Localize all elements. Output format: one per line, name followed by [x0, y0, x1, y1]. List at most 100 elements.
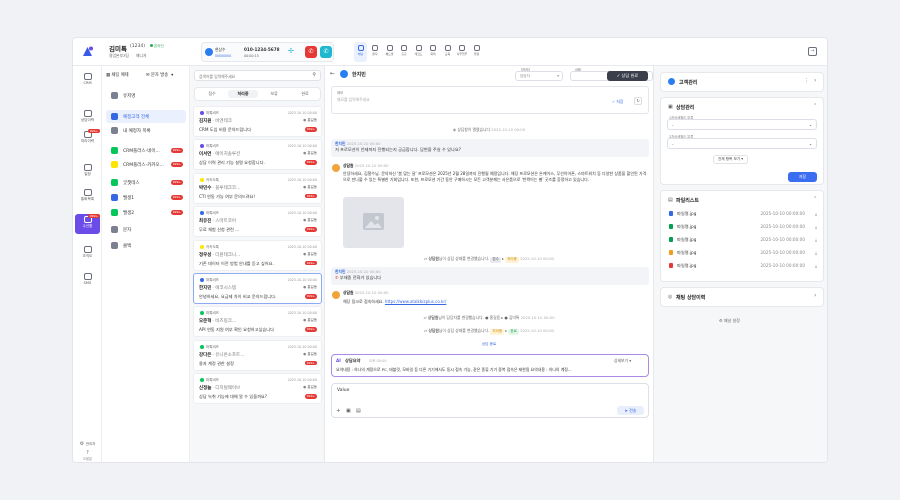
conversation-card[interactable]: 카카오톡 정우성· 더원테크니... 기존 데이터 이전 방법 안내를 듣고 싶어요…: [193, 239, 322, 271]
channel-item-6[interactable]: 밸생1 999+: [106, 191, 186, 204]
right-panel: 고객관리 ⋮ › ▣ 상담관리 ⌃ 1차상세필드 분류 - ⌄ 2차상세필드 분류…: [654, 66, 827, 462]
field1-select[interactable]: - ⌄: [667, 119, 817, 130]
hangup-button[interactable]: ✆: [305, 46, 317, 58]
toolbar-button-0[interactable]: 채팅: [354, 42, 367, 62]
chat-note-box[interactable]: 메모 메모를 입력해주세요 ✓ 저장 ↻: [331, 86, 649, 114]
rail-item-5[interactable]: 수신함 999+: [75, 214, 100, 234]
counsel-save-button[interactable]: 저장: [788, 172, 817, 182]
channel-item-3[interactable]: CRM플러스-네이... 999+: [106, 144, 186, 157]
search-box[interactable]: ⚲: [194, 70, 321, 81]
toolbar-button-2[interactable]: 헤드셋: [383, 42, 396, 62]
toolbar-button-3[interactable]: 출근: [398, 42, 411, 62]
channel-item-8[interactable]: 문자: [106, 223, 186, 236]
card-unread-badge: 999+: [304, 127, 317, 132]
note-history-icon[interactable]: ↻: [634, 97, 642, 105]
channel-item-1[interactable]: 예정고객 전체: [106, 110, 186, 123]
download-icon[interactable]: ⤓: [815, 211, 817, 216]
toolbar-button-1[interactable]: 문자: [369, 42, 382, 62]
answer-button[interactable]: ✆: [320, 46, 332, 58]
conversation-card[interactable]: 마톡비즈 오준혁· 비즈링크... API 연동 지원 여부 확인 요청하고싶습니다…: [193, 306, 322, 338]
chevron-right-icon[interactable]: ›: [814, 77, 816, 84]
rail-item-3[interactable]: 일정: [75, 162, 100, 182]
status-tab-2[interactable]: 보류: [259, 90, 289, 98]
chat-example-tab[interactable]: ▦ 채팅 예제: [106, 71, 146, 81]
status-change-notice: ⇄ 상담원님이 상담 상태를 변경했습니다. 접수 ▸ 처리중 2025.10.…: [424, 256, 554, 263]
attachment-icon[interactable]: ▣: [346, 408, 351, 414]
conversation-card[interactable]: 마톡비즈 최유진· 스마트코어 무료 체험 신청 관련 ... 2025.10.10 …: [193, 206, 322, 238]
card-agent-name: 홍길동: [307, 385, 317, 390]
rail-settings[interactable]: ⚙ 관리자: [75, 441, 100, 447]
more-icon[interactable]: ⋮: [804, 78, 809, 84]
chevron-right-icon[interactable]: ›: [814, 292, 816, 299]
chevron-up-icon[interactable]: ⌃: [813, 196, 817, 202]
panel-settings-button[interactable]: ⚙ 패널 설정: [719, 318, 740, 324]
note-save-button[interactable]: ✓ 저장: [612, 99, 623, 105]
crm-card[interactable]: 고객관리 ⋮ ›: [660, 72, 824, 92]
toolbar-button-6[interactable]: 교육: [441, 42, 454, 62]
toolbar-button-8[interactable]: 행정: [470, 42, 483, 62]
toolbar-button-7[interactable]: 사무업무: [456, 42, 469, 62]
status-tab-3[interactable]: 완료: [290, 90, 320, 98]
download-icon[interactable]: ⤓: [815, 263, 817, 268]
back-icon[interactable]: ←: [330, 70, 335, 77]
conversation-card[interactable]: 마톡비즈 강다은· 유니온소프트... 용자 계정 권한 설정 2025.10.10 …: [193, 339, 322, 371]
logout-icon[interactable]: →: [808, 47, 817, 56]
filter-agent-select[interactable]: 담당자 ▾: [515, 71, 563, 81]
download-icon[interactable]: ⤓: [815, 250, 817, 255]
template-icon[interactable]: ▤: [356, 408, 361, 414]
image-attachment[interactable]: [343, 197, 404, 248]
file-row[interactable]: 파일명.jpg 2025-10-10 00:00:00 ⤓: [669, 211, 817, 219]
toolbar-button-4[interactable]: 레코드: [412, 42, 425, 62]
view-all-button[interactable]: 전체 항목 보기 ▾: [713, 155, 749, 164]
channel-item-0[interactable]: 유저명: [106, 89, 186, 102]
channel-item-9[interactable]: 콜백: [106, 239, 186, 252]
search-icon[interactable]: ⚲: [312, 72, 316, 78]
conversation-card[interactable]: 마톡비즈 신정늘· 디지털웨이브 상담 녹취 기능에 대해 알 수 있을까요? 202…: [193, 373, 322, 405]
channel-badge: 999+: [170, 162, 183, 167]
rail-help[interactable]: ? 도움말: [75, 450, 100, 462]
channel-item-2[interactable]: 내 예정자 목록: [106, 124, 186, 137]
add-icon[interactable]: +: [336, 408, 341, 414]
rail-item-7[interactable]: SMS: [75, 271, 100, 291]
message-link[interactable]: https://www.atalkbizplus.co.kr/: [385, 299, 446, 304]
chevron-up-icon[interactable]: ⌃: [813, 103, 817, 109]
toolbar-button-5[interactable]: 회의: [427, 42, 440, 62]
status-tab-1[interactable]: 처리중: [228, 90, 258, 98]
channel-label: 밸생2: [123, 210, 135, 216]
conversation-card[interactable]: 마톡비즈 한지민· 에코시스템 안녕하세요, 요금제 차이 비교 문의드립니다. 20…: [193, 273, 322, 304]
download-icon[interactable]: ⤓: [815, 237, 817, 242]
complete-counsel-button[interactable]: ✓ 상담 완료: [607, 71, 648, 81]
transfer-icon[interactable]: ✢: [288, 48, 294, 55]
download-icon[interactable]: ⤓: [815, 224, 817, 229]
app-logo[interactable]: [82, 46, 93, 57]
send-button[interactable]: ➤ 전송: [617, 406, 644, 415]
toolbar-icon: [372, 45, 378, 51]
channel-item-5[interactable]: 굿챗테스 999+: [106, 176, 186, 189]
file-row[interactable]: 파일명.jpg 2025-10-10 00:00:00 ⤓: [669, 250, 817, 258]
source-label: 마톡비즈: [206, 111, 219, 115]
file-row[interactable]: 파일명.jpg 2025-10-10 00:00:00 ⤓: [669, 237, 817, 245]
conversation-card[interactable]: 마톡비즈 김지원· 비엔테크 CRM 도입 비용 문의드립니다 2025.10.10 …: [193, 106, 322, 137]
channel-item-4[interactable]: CRM플러스-카카오... 999+: [106, 158, 186, 171]
file-row[interactable]: 파일명.jpg 2025-10-10 00:00:00 ⤓: [669, 263, 817, 271]
image-placeholder-icon: [363, 213, 384, 230]
rail-item-4[interactable]: 통화목록: [75, 187, 100, 207]
search-input[interactable]: [199, 73, 299, 79]
message-input[interactable]: Value: [337, 388, 349, 393]
status-tab-0[interactable]: 접수: [197, 90, 227, 98]
chat-history-card[interactable]: ◎ 채팅 상담이력 ›: [660, 287, 824, 307]
toolbar-icon: [415, 45, 422, 51]
rail-item-6[interactable]: 조직도: [75, 244, 100, 264]
send-sms-tab[interactable]: ✉ 문자 발송 ▾: [146, 71, 188, 81]
file-row[interactable]: 파일명.jpg 2025-10-10 00:00:00 ⤓: [669, 224, 817, 232]
rail-item-1[interactable]: 상담이력: [75, 108, 100, 128]
rail-item-0[interactable]: CRM: [75, 71, 100, 91]
chat-title: 한지민: [352, 72, 366, 78]
channel-item-7[interactable]: 밸생2 999+: [106, 206, 186, 219]
rail-item-2[interactable]: 처리이력 999+: [75, 129, 100, 149]
field2-select[interactable]: - ⌄: [667, 138, 817, 149]
ai-detail-button[interactable]: 상세보기 ▾: [614, 358, 631, 364]
conversation-card[interactable]: 마톡비즈 이서연· 에이치솔루션 상담 이력 관리 기능 설명 요청합니다. 2025…: [193, 139, 322, 171]
conversation-card[interactable]: 카카오톡 박민수· 블루테크코... CTI 연동 가능 여부 문의드려요! 2025…: [193, 172, 322, 204]
message-composer[interactable]: Value + ▣ ▤ ➤ 전송: [331, 383, 649, 418]
